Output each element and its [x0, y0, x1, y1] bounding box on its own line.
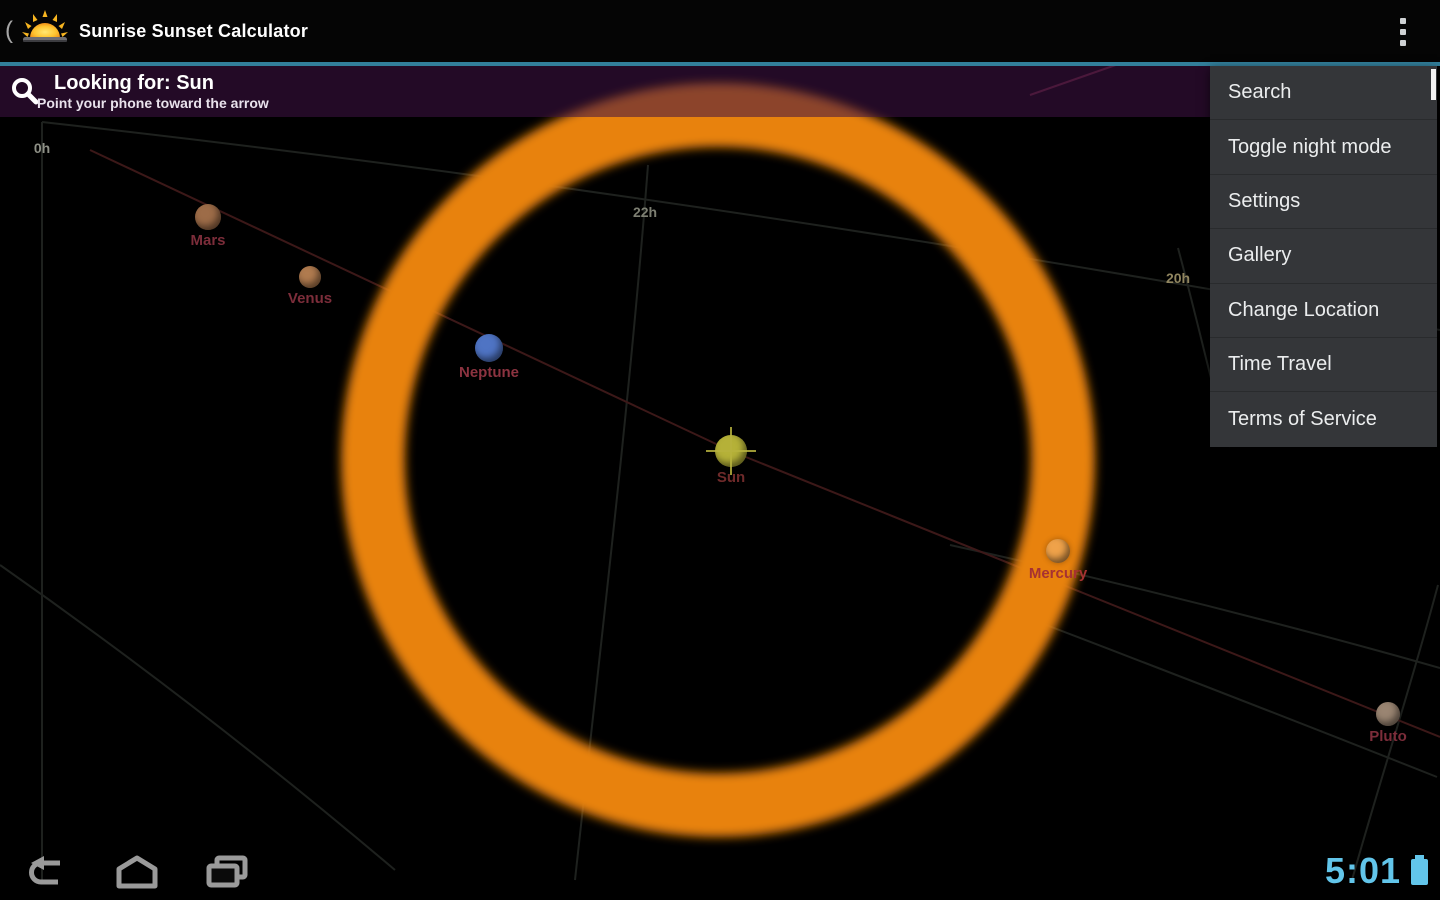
planet-neptune[interactable]	[475, 334, 503, 362]
planet-label-mars: Mars	[190, 232, 226, 249]
dot	[1400, 40, 1406, 46]
recents-icon	[206, 855, 248, 888]
recent-apps-button[interactable]	[182, 844, 272, 900]
action-bar: ( Sunrise Sunset Calculator	[0, 0, 1440, 66]
battery-icon	[1411, 855, 1428, 885]
app-title: Sunrise Sunset Calculator	[79, 20, 309, 41]
back-caret[interactable]: (	[5, 17, 13, 45]
app-screen: 0h 22h 20h Mars Venus Neptune Sun Mercury Pluto …	[0, 0, 1440, 900]
looking-for-banner: Looking for: Sun Point your phone toward…	[0, 66, 1210, 117]
planet-pluto[interactable]	[1376, 702, 1400, 726]
overflow-menu: Search Toggle night mode Settings Gallery Ch…	[1210, 66, 1437, 447]
menu-scrollbar[interactable]	[1431, 69, 1436, 100]
dot	[1400, 18, 1406, 24]
planet-label-neptune: Neptune	[459, 364, 519, 381]
sunrise-app-icon	[22, 10, 68, 42]
planet-mercury[interactable]	[1046, 539, 1070, 563]
menu-item-gallery[interactable]: Gallery	[1210, 229, 1437, 284]
hour-label-0h: 0h	[33, 140, 51, 156]
planet-label-mercury: Mercury	[1028, 565, 1088, 582]
system-navigation-bar: 5:01	[0, 844, 1440, 900]
looking-for-subtitle: Point your phone toward the arrow	[37, 95, 269, 111]
menu-item-search[interactable]: Search	[1210, 66, 1437, 121]
menu-item-change-location[interactable]: Change Location	[1210, 284, 1437, 338]
menu-item-settings[interactable]: Settings	[1210, 175, 1437, 230]
planet-venus[interactable]	[299, 266, 321, 288]
overflow-menu-icon[interactable]	[1390, 12, 1416, 52]
menu-item-toggle-night-mode[interactable]: Toggle night mode	[1210, 120, 1437, 175]
planet-mars[interactable]	[195, 204, 221, 230]
system-clock[interactable]: 5:01	[1325, 850, 1401, 892]
looking-for-title: Looking for: Sun	[54, 72, 214, 94]
back-icon	[29, 856, 60, 885]
planet-label-sun: Sun	[716, 469, 746, 486]
hour-label-22h: 22h	[632, 204, 658, 220]
back-button[interactable]	[2, 844, 92, 900]
planet-label-pluto: Pluto	[1369, 728, 1407, 745]
menu-item-time-travel[interactable]: Time Travel	[1210, 338, 1437, 393]
dot	[1400, 29, 1406, 35]
planet-label-venus: Venus	[287, 290, 333, 307]
menu-item-terms-of-service[interactable]: Terms of Service	[1210, 392, 1437, 446]
home-button[interactable]	[92, 844, 182, 900]
home-icon	[116, 855, 158, 889]
hour-label-20h: 20h	[1165, 270, 1191, 286]
planet-sun[interactable]	[706, 427, 756, 475]
